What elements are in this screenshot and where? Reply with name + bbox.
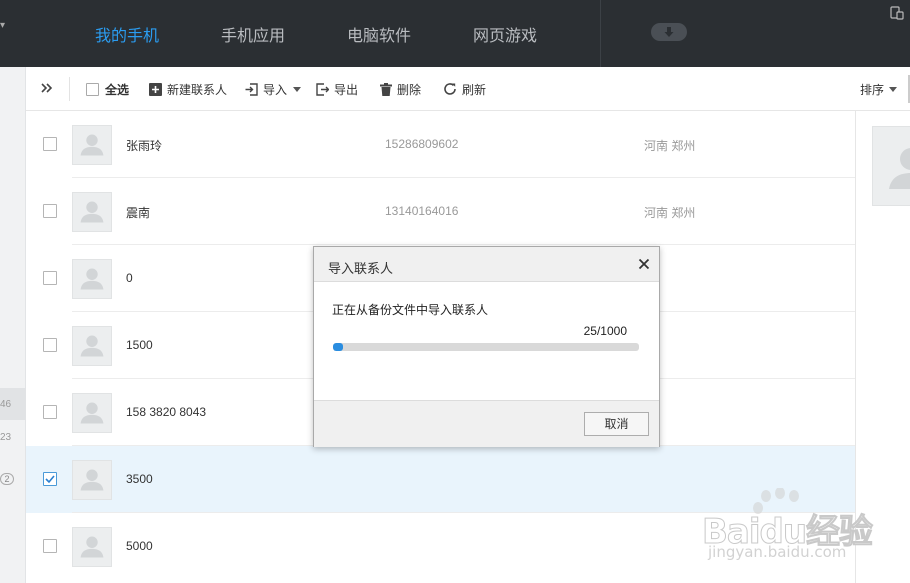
- contact-row[interactable]: 震南 13140164016 河南 郑州: [26, 178, 856, 245]
- avatar: [72, 393, 112, 433]
- contact-name: 5000: [126, 539, 153, 553]
- row-checkbox[interactable]: [43, 271, 57, 285]
- dialog-footer: 取消: [314, 400, 659, 447]
- row-checkbox[interactable]: [43, 405, 57, 419]
- row-checkbox[interactable]: [43, 137, 57, 151]
- person-icon: [80, 469, 104, 491]
- tab-pc-software[interactable]: 电脑软件: [347, 0, 411, 67]
- nav-divider: [600, 0, 601, 67]
- import-button[interactable]: 导入: [245, 67, 306, 111]
- add-icon: [149, 82, 162, 96]
- person-icon: [80, 402, 104, 424]
- main-nav: 我的手机 手机应用 电脑软件 网页游戏: [95, 0, 599, 67]
- delete-label: 删除: [397, 82, 422, 97]
- row-checkbox[interactable]: [43, 472, 57, 486]
- person-icon: [80, 268, 104, 290]
- trash-icon: [380, 82, 392, 96]
- close-icon[interactable]: [638, 258, 650, 270]
- import-label: 导入: [263, 82, 288, 97]
- refresh-icon: [444, 83, 456, 95]
- avatar: [72, 326, 112, 366]
- import-icon: [245, 82, 258, 96]
- select-all-checkbox[interactable]: 全选: [86, 67, 129, 111]
- select-all-label: 全选: [105, 82, 130, 97]
- row-checkbox[interactable]: [43, 539, 57, 553]
- avatar: [72, 460, 112, 500]
- contact-name: 震南: [126, 206, 151, 220]
- refresh-label: 刷新: [462, 82, 487, 97]
- chevron-down-icon: [889, 86, 898, 92]
- sidebar-badge: 2: [0, 473, 14, 485]
- toolbar-divider: [69, 77, 70, 101]
- progress-fill: [333, 343, 343, 351]
- contact-name: 3500: [126, 472, 153, 486]
- dialog-title: 导入联系人: [328, 261, 394, 276]
- row-checkbox[interactable]: [43, 338, 57, 352]
- export-icon: [316, 82, 329, 96]
- expand-sidebar-icon[interactable]: [40, 81, 54, 95]
- contact-phone: 15286809602: [385, 137, 459, 151]
- contact-name: 张雨玲: [126, 139, 163, 153]
- person-icon: [889, 148, 910, 189]
- new-contact-button[interactable]: 新建联系人: [149, 67, 227, 111]
- export-button[interactable]: 导出: [316, 67, 358, 111]
- sort-dropdown[interactable]: 排序: [860, 67, 902, 111]
- row-checkbox[interactable]: [43, 204, 57, 218]
- tab-phone-apps[interactable]: 手机应用: [221, 0, 285, 67]
- device-connect-icon[interactable]: [890, 6, 904, 20]
- sort-label: 排序: [860, 82, 885, 97]
- contact-name: 1500: [126, 338, 153, 352]
- contact-phone: 13140164016: [385, 204, 459, 218]
- progress-count: 25/1000: [583, 324, 627, 338]
- download-button[interactable]: [651, 23, 687, 41]
- watermark-url: jingyan.baidu.com: [708, 543, 847, 561]
- avatar: [72, 527, 112, 567]
- avatar: [72, 125, 112, 165]
- tab-web-games[interactable]: 网页游戏: [473, 0, 537, 67]
- cancel-button[interactable]: 取消: [584, 412, 649, 436]
- new-contact-label: 新建联系人: [167, 82, 228, 97]
- contact-row[interactable]: 张雨玲 15286809602 河南 郑州: [26, 111, 856, 178]
- contact-name: 0: [126, 271, 133, 285]
- collapse-arrow-icon[interactable]: ▾: [0, 20, 5, 31]
- top-navigation-bar: ▾ 我的手机 手机应用 电脑软件 网页游戏: [0, 0, 910, 67]
- avatar: [872, 126, 910, 206]
- contact-location: 河南 郑州: [644, 206, 696, 220]
- contact-name: 158 3820 8043: [126, 405, 207, 419]
- person-icon: [80, 335, 104, 357]
- sidebar-count-item[interactable]: 23: [0, 421, 26, 453]
- person-icon: [80, 134, 104, 156]
- contact-location: 河南 郑州: [644, 139, 696, 153]
- dialog-header: 导入联系人: [314, 247, 659, 282]
- download-icon: [664, 27, 674, 37]
- dialog-message: 正在从备份文件中导入联系人: [332, 303, 489, 317]
- import-contacts-dialog: 导入联系人 正在从备份文件中导入联系人 25/1000 取消: [313, 246, 660, 447]
- person-icon: [80, 536, 104, 558]
- progress-bar: [333, 343, 639, 351]
- left-sidebar-edge: 46 23 2: [0, 67, 26, 583]
- tab-my-phone[interactable]: 我的手机: [95, 0, 159, 67]
- avatar: [72, 192, 112, 232]
- refresh-button[interactable]: 刷新: [443, 67, 486, 111]
- checkbox-box[interactable]: [86, 82, 99, 96]
- chevron-down-icon: [293, 86, 302, 92]
- delete-button[interactable]: 删除: [380, 67, 421, 111]
- sidebar-count-item[interactable]: 46: [0, 388, 26, 420]
- avatar: [72, 259, 112, 299]
- contacts-toolbar: 全选 新建联系人 导入 导出 删除 刷新 排序: [26, 67, 910, 111]
- checkmark-icon: [45, 475, 55, 484]
- export-label: 导出: [334, 82, 359, 97]
- person-icon: [80, 201, 104, 223]
